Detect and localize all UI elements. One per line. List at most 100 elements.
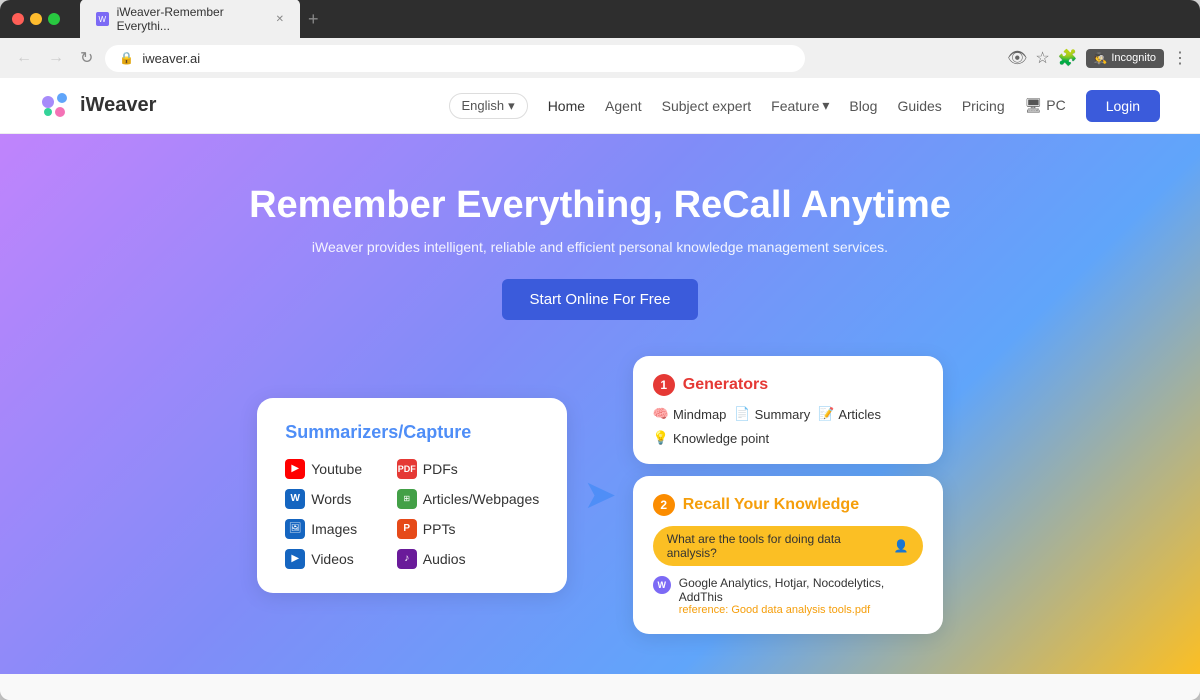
browser-frame: W iWeaver-Remember Everythi... ✕ + ← → ↻… [0, 0, 1200, 700]
knowledge-icon: 💡 [653, 430, 669, 446]
generators-items: 🧠 Mindmap 📄 Summary 📝 Articles [653, 406, 923, 446]
arrow-connector: ➤ [583, 472, 617, 518]
lock-icon: 🔒 [119, 51, 134, 65]
list-item: 🖼 Images [285, 519, 381, 539]
capture-label-audios: Audios [423, 551, 466, 567]
maximize-button[interactable] [48, 13, 60, 25]
capture-label-youtube: Youtube [311, 461, 362, 477]
extension-icon[interactable]: 🧩 [1058, 48, 1078, 68]
badge-2: 2 [653, 494, 675, 516]
answer-content: Google Analytics, Hotjar, Nocodelytics, … [679, 576, 923, 616]
articles-label: Articles [838, 407, 881, 422]
query-text: What are the tools for doing data analys… [667, 532, 886, 560]
badge-1: 1 [653, 374, 675, 396]
query-bubble: What are the tools for doing data analys… [653, 526, 923, 566]
nav-subject-expert[interactable]: Subject expert [662, 98, 752, 114]
iweaver-answer-icon: W [653, 576, 671, 594]
video-icon: ▶ [285, 549, 305, 569]
capture-label-pdfs: PDFs [423, 461, 458, 477]
mindmap-icon: 🧠 [653, 406, 669, 422]
list-item: 📄 Summary [734, 406, 810, 422]
url-bar[interactable]: 🔒 iweaver.ai [105, 45, 805, 72]
hero-subtitle: iWeaver provides intelligent, reliable a… [312, 239, 888, 255]
user-icon: 👤 [894, 539, 909, 553]
logo[interactable]: iWeaver [40, 90, 156, 122]
tab-favicon: W [96, 12, 109, 26]
capture-grid: ▶ Youtube PDF PDFs W Words ⊞ [285, 459, 539, 569]
address-bar: ← → ↻ 🔒 iweaver.ai 👁 ☆ 🧩 🕵️ Incognito ⋮ [0, 38, 1200, 78]
list-item: 🧠 Mindmap [653, 406, 727, 422]
generators-label: Generators [683, 376, 768, 394]
capture-label-images: Images [311, 521, 357, 537]
capture-card: Summarizers/Capture ▶ Youtube PDF PDFs W [257, 398, 567, 593]
articles-icon: 📝 [818, 406, 834, 422]
eye-icon[interactable]: 👁 [1007, 48, 1027, 68]
feature-cards-row: Summarizers/Capture ▶ Youtube PDF PDFs W [40, 356, 1160, 634]
list-item: 💡 Knowledge point [653, 430, 769, 446]
chevron-down-icon: ▾ [822, 97, 829, 114]
article-icon: ⊞ [397, 489, 417, 509]
menu-icon[interactable]: ⋮ [1172, 48, 1188, 68]
list-item: P PPTs [397, 519, 539, 539]
incognito-badge: 🕵️ Incognito [1086, 49, 1164, 68]
tab-close-icon[interactable]: ✕ [276, 14, 284, 25]
hero-section: Remember Everything, ReCall Anytime iWea… [0, 134, 1200, 674]
list-item: ⊞ Articles/Webpages [397, 489, 539, 509]
recall-label: Recall Your Knowledge [683, 496, 859, 514]
list-item: W Words [285, 489, 381, 509]
knowledge-label: Knowledge point [673, 431, 769, 446]
capture-label-words: Words [311, 491, 351, 507]
recall-answer: W Google Analytics, Hotjar, Nocodelytics… [653, 576, 923, 616]
list-item: 📝 Articles [818, 406, 881, 422]
summary-label: Summary [755, 407, 811, 422]
active-tab[interactable]: W iWeaver-Remember Everythi... ✕ [80, 0, 300, 39]
logo-text: iWeaver [80, 94, 156, 117]
pdf-icon: PDF [397, 459, 417, 479]
word-icon: W [285, 489, 305, 509]
capture-label-articles: Articles/Webpages [423, 491, 539, 507]
browser-actions: 👁 ☆ 🧩 🕵️ Incognito ⋮ [1007, 48, 1188, 68]
right-cards: 1 Generators 🧠 Mindmap 📄 Summary [633, 356, 943, 634]
back-button[interactable]: ← [12, 45, 36, 71]
answer-text: Google Analytics, Hotjar, Nocodelytics, … [679, 576, 923, 604]
tab-bar: W iWeaver-Remember Everythi... ✕ + [80, 0, 1188, 39]
nav-blog[interactable]: Blog [849, 98, 877, 114]
login-button[interactable]: Login [1086, 90, 1160, 122]
list-item: ▶ Videos [285, 549, 381, 569]
nav-pc[interactable]: 🖥 PC [1025, 97, 1066, 114]
capture-label-videos: Videos [311, 551, 354, 567]
list-item: ♪ Audios [397, 549, 539, 569]
capture-card-title: Summarizers/Capture [285, 422, 539, 443]
lang-label: English [462, 98, 505, 113]
pros-section: The pros are all using it! 📄 Pathology_l… [0, 674, 1200, 700]
minimize-button[interactable] [30, 13, 42, 25]
star-icon[interactable]: ☆ [1035, 48, 1049, 68]
nav-guides[interactable]: Guides [897, 98, 941, 114]
nav-feature[interactable]: Feature ▾ [771, 97, 829, 114]
close-button[interactable] [12, 13, 24, 25]
generators-title: 1 Generators [653, 374, 923, 396]
refresh-button[interactable]: ↻ [76, 44, 97, 72]
chevron-down-icon: ▾ [508, 98, 515, 114]
audio-icon: ♪ [397, 549, 417, 569]
new-tab-button[interactable]: + [308, 9, 319, 30]
hero-cta-button[interactable]: Start Online For Free [502, 279, 699, 320]
language-selector[interactable]: English ▾ [449, 93, 528, 119]
nav-pricing[interactable]: Pricing [962, 98, 1005, 114]
reference-file: Good data analysis tools.pdf [731, 604, 870, 616]
image-icon: 🖼 [285, 519, 305, 539]
forward-button[interactable]: → [44, 45, 68, 71]
generators-card: 1 Generators 🧠 Mindmap 📄 Summary [633, 356, 943, 464]
nav-links: English ▾ Home Agent Subject expert Feat… [449, 90, 1160, 122]
nav-home[interactable]: Home [548, 98, 585, 114]
ppt-icon: P [397, 519, 417, 539]
incognito-label: Incognito [1111, 52, 1156, 64]
nav-agent[interactable]: Agent [605, 98, 642, 114]
traffic-lights [12, 13, 60, 25]
url-text: iweaver.ai [142, 51, 200, 66]
youtube-icon: ▶ [285, 459, 305, 479]
page-content: iWeaver English ▾ Home Agent Subject exp… [0, 78, 1200, 700]
tab-title: iWeaver-Remember Everythi... [117, 5, 264, 33]
navbar: iWeaver English ▾ Home Agent Subject exp… [0, 78, 1200, 134]
list-item: PDF PDFs [397, 459, 539, 479]
